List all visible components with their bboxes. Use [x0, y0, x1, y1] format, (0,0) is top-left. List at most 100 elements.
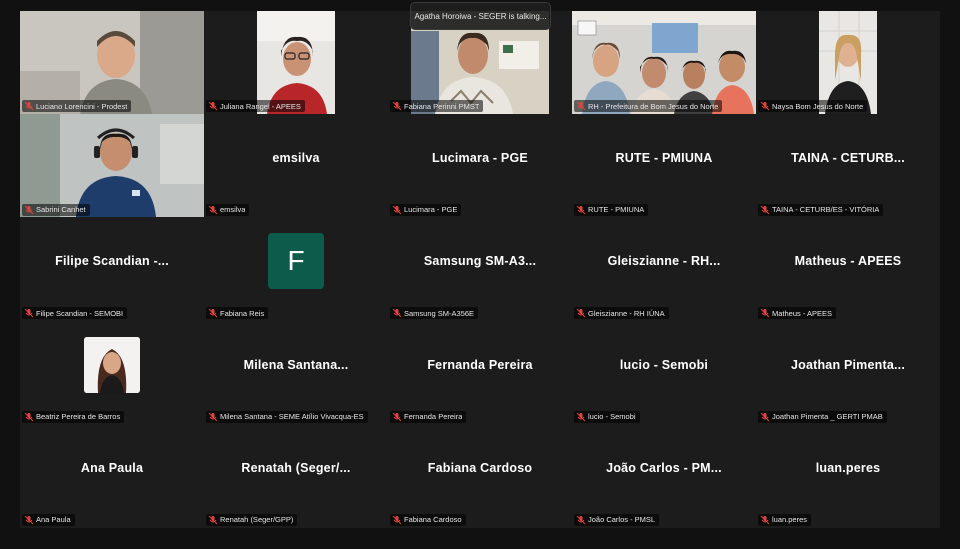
- mic-muted-icon: [760, 515, 770, 525]
- participant-tile[interactable]: RH - Prefeitura de Bom Jesus do Norte: [572, 11, 756, 115]
- participant-display-name: Gleiszianne - RH...: [607, 254, 721, 269]
- participant-tile[interactable]: Lucimara - PGE Lucimara - PGE: [388, 114, 572, 218]
- participant-tile[interactable]: Juliana Rangel - APEES: [204, 11, 388, 115]
- mic-muted-icon: [576, 412, 586, 421]
- speaker-indicator: Agatha Horoiwa - SEGER is talking...: [410, 2, 551, 30]
- mic-muted-icon: [208, 515, 218, 525]
- participant-tile[interactable]: Renatah (Seger/... Renatah (Seger/GPP): [204, 424, 388, 528]
- mic-muted-icon: [576, 515, 586, 525]
- participant-display-name: Samsung SM-A3...: [423, 254, 537, 269]
- mic-muted-icon: [24, 515, 34, 525]
- participant-display-name: Renatah (Seger/...: [241, 460, 351, 475]
- participant-display-name: João Carlos - PM...: [606, 460, 722, 475]
- participant-tile[interactable]: luan.peres luan.peres: [756, 424, 940, 528]
- mic-muted-icon: [392, 515, 402, 525]
- participant-name-label: emsilva: [206, 203, 250, 216]
- participant-name-label: Juliana Rangel - APEES: [206, 100, 305, 113]
- mic-muted-icon: [392, 308, 402, 318]
- participant-tile[interactable]: Naysa Bom Jesus do Norte: [756, 11, 940, 115]
- participant-display-name: Ana Paula: [80, 460, 144, 475]
- participant-display-name: emsilva: [272, 150, 320, 165]
- participant-name-label: Luciano Lorencini - Prodest: [22, 100, 132, 113]
- participant-name-label: Lucimara - PGE: [390, 203, 462, 216]
- participant-tile[interactable]: Beatriz Pereira de Barros: [20, 321, 204, 425]
- participant-tile[interactable]: Milena Santana... Milena Santana - SEME …: [204, 321, 388, 425]
- mic-muted-icon: [208, 205, 218, 215]
- participant-name-label: luan.peres: [758, 513, 812, 526]
- mic-muted-icon: [760, 205, 770, 215]
- participant-video: [572, 11, 756, 114]
- participant-display-name: Fabiana Cardoso: [427, 460, 533, 475]
- mic-muted-icon: [392, 412, 402, 421]
- avatar: [84, 336, 140, 393]
- mic-muted-icon: [24, 412, 34, 421]
- participant-tile[interactable]: Sabrini Canhet: [20, 114, 204, 218]
- participant-name-label: Fabiana Cardoso: [390, 513, 466, 526]
- participant-name-label: Fernanda Pereira: [390, 410, 467, 423]
- participant-tile[interactable]: Fabiana Cardoso Fabiana Cardoso: [388, 424, 572, 528]
- participant-name-label: João Carlos - PMSL: [574, 513, 660, 526]
- mic-muted-icon: [24, 102, 34, 111]
- participant-video: [20, 114, 204, 218]
- participant-tile[interactable]: Joathan Pimenta... Joathan Pimenta _ GER…: [756, 321, 940, 425]
- participant-gallery: Luciano Lorencini - Prodest Juliana Rang…: [20, 11, 940, 528]
- participant-tile[interactable]: Matheus - APEES Matheus - APEES: [756, 217, 940, 322]
- participant-display-name: lucio - Semobi: [619, 357, 709, 372]
- participant-name-label: Matheus - APEES: [758, 307, 837, 320]
- mic-muted-icon: [392, 205, 402, 215]
- participant-name-label: Samsung SM-A356E: [390, 307, 479, 320]
- participant-tile[interactable]: TAINA - CETURB... TAINA - CETURB/ES - VI…: [756, 114, 940, 218]
- participant-display-name: Fernanda Pereira: [427, 357, 533, 372]
- participant-name-label: Fabiana Reis: [206, 307, 269, 320]
- participant-name-label: Renatah (Seger/GPP): [206, 513, 298, 526]
- participant-name-label: Milena Santana - SEME Atílio Vivacqua-ES: [206, 410, 368, 423]
- participant-name-label: Joathan Pimenta _ GERTI PMAB: [758, 410, 887, 423]
- participant-name-label: RH - Prefeitura de Bom Jesus do Norte: [574, 100, 723, 113]
- participant-tile[interactable]: F Fabiana Reis: [204, 217, 388, 322]
- participant-tile[interactable]: RUTE - PMIUNA RUTE - PMIUNA: [572, 114, 756, 218]
- mic-muted-icon: [576, 205, 586, 215]
- mic-muted-icon: [208, 102, 218, 111]
- mic-muted-icon: [576, 102, 586, 111]
- participant-tile[interactable]: Fernanda Pereira Fernanda Pereira: [388, 321, 572, 425]
- mic-muted-icon: [576, 308, 586, 318]
- participant-video: [257, 11, 335, 114]
- participant-tile[interactable]: lucio - Semobi lucio - Semobi: [572, 321, 756, 425]
- avatar: F: [268, 233, 324, 290]
- participant-name-label: TAINA - CETURB/ES - VITÓRIA: [758, 203, 884, 216]
- mic-muted-icon: [24, 308, 34, 318]
- participant-tile[interactable]: João Carlos - PM... João Carlos - PMSL: [572, 424, 756, 528]
- mic-muted-icon: [760, 412, 770, 421]
- mic-muted-icon: [208, 412, 218, 421]
- participant-name-label: Fabiana Perinni PMST: [390, 100, 484, 113]
- mic-muted-icon: [392, 102, 402, 111]
- participant-name-label: Naysa Bom Jesus do Norte: [758, 100, 868, 113]
- participant-display-name: Filipe Scandian -...: [55, 254, 169, 269]
- participant-tile[interactable]: Luciano Lorencini - Prodest: [20, 11, 204, 115]
- participant-name-label: Beatriz Pereira de Barros: [22, 410, 125, 423]
- participant-name-label: Filipe Scandian - SEMOBI: [22, 307, 128, 320]
- mic-muted-icon: [760, 308, 770, 318]
- participant-tile[interactable]: Ana Paula Ana Paula: [20, 424, 204, 528]
- participant-name-label: Gleiszianne - RH IÚNA: [574, 307, 669, 320]
- participant-display-name: Lucimara - PGE: [432, 150, 528, 165]
- participant-display-name: RUTE - PMIUNA: [615, 150, 713, 165]
- participant-video: [20, 11, 204, 114]
- participant-display-name: Joathan Pimenta...: [790, 357, 906, 372]
- participant-name-label: Sabrini Canhet: [22, 203, 90, 216]
- participant-tile[interactable]: emsilva emsilva: [204, 114, 388, 218]
- participant-tile[interactable]: Gleiszianne - RH... Gleiszianne - RH IÚN…: [572, 217, 756, 322]
- participant-name-label: RUTE - PMIUNA: [574, 203, 649, 216]
- participant-name-label: lucio - Semobi: [574, 410, 640, 423]
- participant-display-name: Milena Santana...: [243, 357, 349, 372]
- mic-muted-icon: [760, 102, 770, 111]
- mic-muted-icon: [208, 308, 218, 318]
- participant-tile[interactable]: Samsung SM-A3... Samsung SM-A356E: [388, 217, 572, 322]
- participant-display-name: TAINA - CETURB...: [791, 150, 905, 165]
- participant-name-label: Ana Paula: [22, 513, 75, 526]
- participant-tile[interactable]: Filipe Scandian -... Filipe Scandian - S…: [20, 217, 204, 322]
- participant-display-name: Matheus - APEES: [794, 254, 902, 269]
- participant-video: [819, 11, 877, 114]
- mic-muted-icon: [24, 205, 34, 215]
- participant-display-name: luan.peres: [815, 460, 881, 475]
